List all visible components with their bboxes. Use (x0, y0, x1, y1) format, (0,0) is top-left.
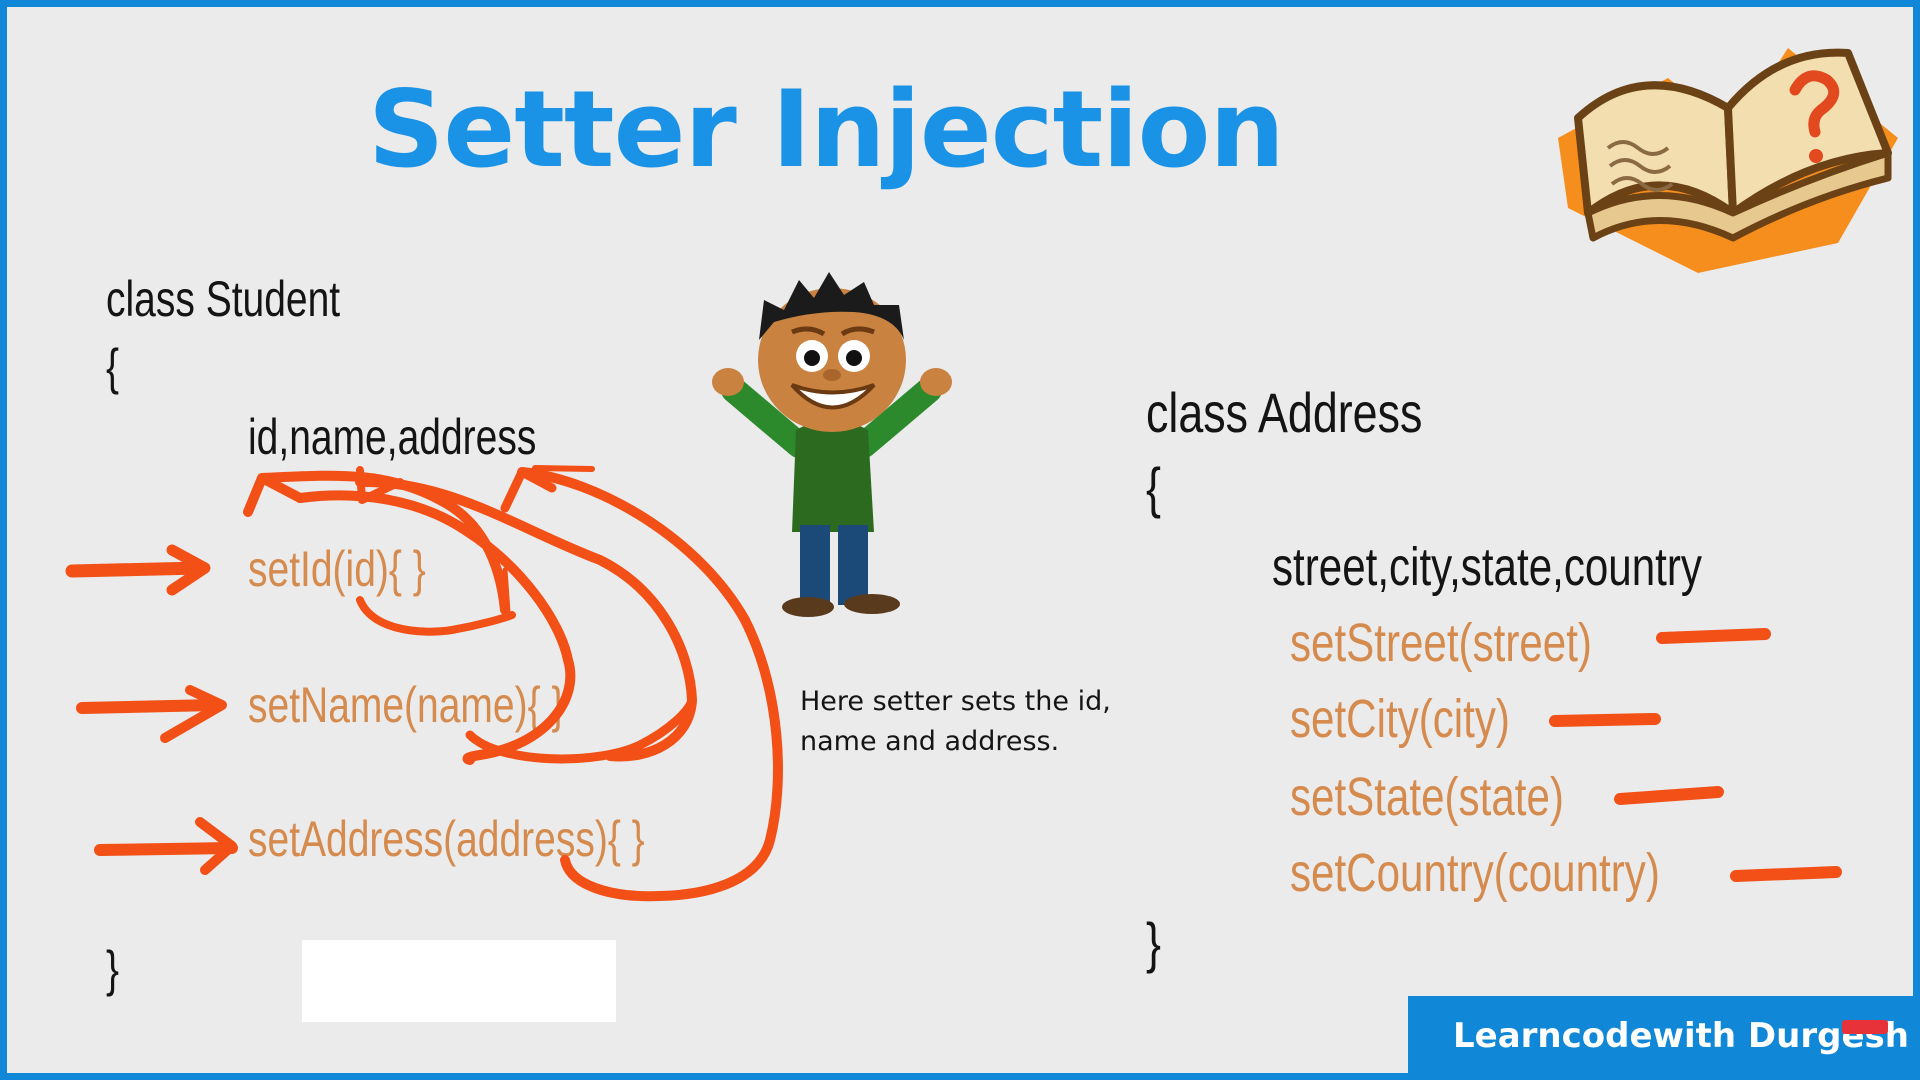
annotation-strokes-address (1549, 628, 1842, 882)
brand-text: Learncodewith Durgesh (1453, 1016, 1909, 1056)
subscribe-badge-icon[interactable] (1842, 1020, 1888, 1034)
blank-white-box (302, 940, 616, 1022)
brand-banner: Learncodewith Durgesh (1408, 996, 1920, 1080)
